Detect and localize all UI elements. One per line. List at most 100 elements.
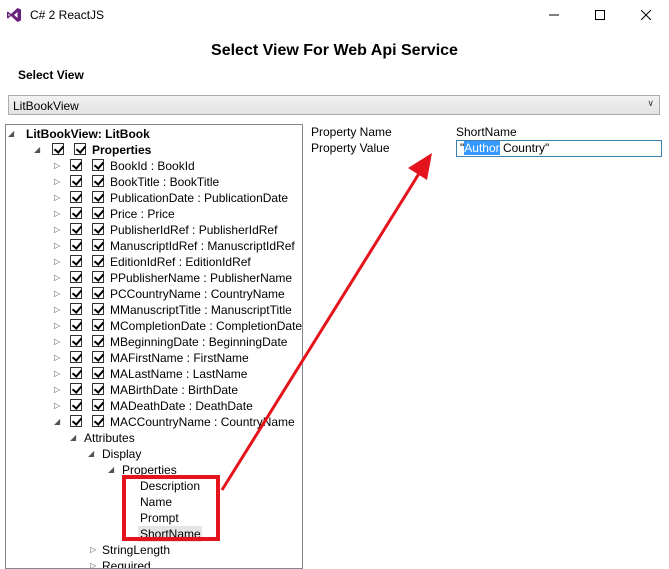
item-checkbox[interactable] (70, 399, 82, 411)
item-checkbox[interactable] (70, 255, 82, 267)
tree-property-label: PCCountryName : CountryName (110, 287, 285, 301)
item-checkbox-2[interactable] (92, 351, 104, 363)
item-checkbox[interactable] (70, 383, 82, 395)
item-checkbox-2[interactable] (92, 367, 104, 379)
display-label: Display (102, 447, 142, 461)
item-checkbox[interactable] (70, 175, 82, 187)
item-checkbox-2[interactable] (92, 303, 104, 315)
view-select-value: LitBookView (13, 99, 79, 113)
maximize-button[interactable] (577, 0, 623, 30)
value-selected-text: Author (464, 141, 500, 155)
item-checkbox-2[interactable] (92, 415, 104, 427)
collapsed-icon[interactable]: ▷ (54, 398, 60, 414)
annotation-highlight-box (122, 475, 220, 541)
select-view-label: Select View (18, 68, 84, 82)
item-checkbox[interactable] (70, 351, 82, 363)
tree-property-label: MAFirstName : FirstName (110, 351, 249, 365)
minimize-icon (549, 14, 559, 16)
collapsed-icon[interactable]: ▷ (54, 190, 60, 206)
item-checkbox-2[interactable] (92, 287, 104, 299)
tree-property-label: PPublisherName : PublisherName (110, 271, 293, 285)
collapsed-icon[interactable]: ▷ (54, 382, 60, 398)
tree-property-label: Price : Price (110, 207, 175, 221)
expanded-icon[interactable]: ◢ (8, 126, 14, 142)
expanded-icon[interactable]: ◢ (34, 142, 40, 158)
expanded-icon[interactable]: ◢ (54, 414, 60, 430)
collapsed-icon[interactable]: ▷ (54, 238, 60, 254)
property-name-label: Property Name (311, 125, 392, 139)
item-checkbox-2[interactable] (92, 239, 104, 251)
minimize-button[interactable] (531, 0, 577, 30)
item-checkbox[interactable] (70, 367, 82, 379)
tree-property-label: MBeginningDate : BeginningDate (110, 335, 288, 349)
tree-property-label: MACCountryName : CountryName (110, 415, 295, 429)
tree-property-label: MABirthDate : BirthDate (110, 383, 239, 397)
tree-property-label: MALastName : LastName (110, 367, 248, 381)
tree-property-label: MADeathDate : DeathDate (110, 399, 253, 413)
item-checkbox-2[interactable] (92, 335, 104, 347)
item-checkbox-2[interactable] (92, 175, 104, 187)
tree-property-label: BookId : BookId (110, 159, 195, 173)
dialog-heading: Select View For Web Api Service (211, 42, 458, 59)
item-checkbox[interactable] (70, 207, 82, 219)
collapsed-icon[interactable]: ▷ (54, 318, 60, 334)
item-checkbox-2[interactable] (92, 223, 104, 235)
item-checkbox[interactable] (70, 223, 82, 235)
item-checkbox-2[interactable] (92, 271, 104, 283)
tree-property-label: PublicationDate : PublicationDate (110, 191, 289, 205)
window-title: C# 2 ReactJS (30, 8, 105, 22)
view-select[interactable]: LitBookView ∨ (8, 95, 660, 115)
item-checkbox-2[interactable] (92, 399, 104, 411)
collapsed-icon[interactable]: ▷ (90, 542, 96, 558)
collapsed-icon[interactable]: ▷ (54, 334, 60, 350)
collapsed-icon[interactable]: ▷ (54, 158, 60, 174)
tree-property-label: MCompletionDate : CompletionDate (110, 319, 303, 333)
item-checkbox[interactable] (70, 271, 82, 283)
collapsed-icon[interactable]: ▷ (54, 270, 60, 286)
item-checkbox[interactable] (70, 191, 82, 203)
collapsed-icon[interactable]: ▷ (54, 366, 60, 382)
close-button[interactable] (623, 0, 669, 30)
item-checkbox[interactable] (70, 319, 82, 331)
collapsed-icon[interactable]: ▷ (54, 302, 60, 318)
maximize-icon (595, 10, 605, 20)
collapsed-icon[interactable]: ▷ (54, 174, 60, 190)
collapsed-icon[interactable]: ▷ (54, 254, 60, 270)
tree-property-label: PublisherIdRef : PublisherIdRef (110, 223, 278, 237)
item-checkbox-2[interactable] (92, 191, 104, 203)
collapsed-icon[interactable]: ▷ (54, 222, 60, 238)
collapsed-icon[interactable]: ▷ (90, 558, 96, 568)
properties-checkbox-2[interactable] (74, 143, 86, 155)
required-label: Required (102, 559, 151, 569)
item-checkbox[interactable] (70, 335, 82, 347)
expanded-icon[interactable]: ◢ (70, 430, 76, 446)
property-name-value: ShortName (456, 125, 517, 139)
expanded-icon[interactable]: ◢ (88, 446, 94, 462)
close-icon (641, 10, 651, 20)
collapsed-icon[interactable]: ▷ (54, 206, 60, 222)
item-checkbox-2[interactable] (92, 207, 104, 219)
value-rest-text: Country" (499, 141, 550, 155)
attributes-label: Attributes (84, 431, 135, 445)
item-checkbox-2[interactable] (92, 319, 104, 331)
expanded-icon[interactable]: ◢ (108, 462, 114, 478)
collapsed-icon[interactable]: ▷ (54, 286, 60, 302)
property-value-label: Property Value (311, 141, 390, 155)
item-checkbox-2[interactable] (92, 383, 104, 395)
title-bar: C# 2 ReactJS (0, 0, 669, 30)
properties-label: Properties (92, 143, 152, 157)
tree-property-label: ManuscriptIdRef : ManuscriptIdRef (110, 239, 295, 253)
item-checkbox-2[interactable] (92, 159, 104, 171)
item-checkbox-2[interactable] (92, 255, 104, 267)
property-value-input[interactable]: "Author Country" (456, 140, 662, 157)
item-checkbox[interactable] (70, 287, 82, 299)
collapsed-icon[interactable]: ▷ (54, 350, 60, 366)
chevron-down-icon: ∨ (647, 98, 654, 108)
item-checkbox[interactable] (70, 415, 82, 427)
item-checkbox[interactable] (70, 303, 82, 315)
stringlength-label: StringLength (102, 543, 171, 557)
item-checkbox[interactable] (70, 239, 82, 251)
tree-root-label: LitBookView: LitBook (26, 127, 150, 141)
item-checkbox[interactable] (70, 159, 82, 171)
properties-checkbox[interactable] (52, 143, 64, 155)
